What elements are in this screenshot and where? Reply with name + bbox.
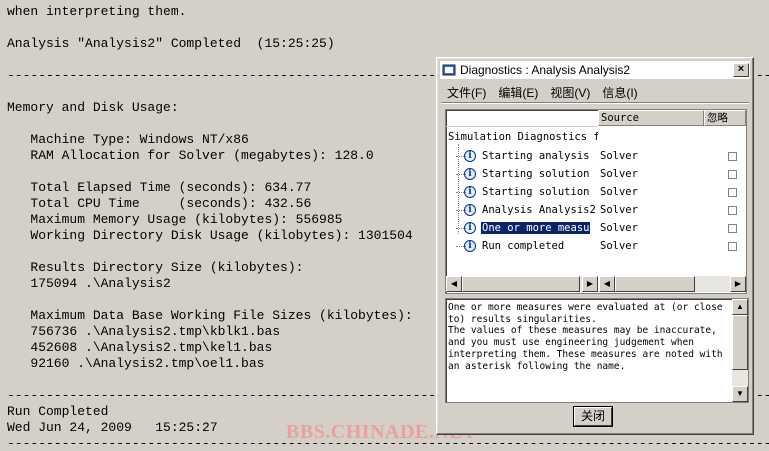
tree-item-label: Starting solution [482,168,590,180]
tree-root-label[interactable]: Simulation Diagnostics fo [448,131,599,143]
source-cell: Solver [600,204,638,216]
diagnostic-message: One or more measures were evaluated at (… [448,302,723,372]
tree-item[interactable]: i One or more measu [456,220,591,236]
tree-header [446,110,599,127]
message-box[interactable]: One or more measures were evaluated at (… [445,298,749,403]
window-title: Diagnostics : Analysis Analysis2 [460,63,631,77]
menu-edit[interactable]: 编辑(E) [492,84,544,101]
diagnostics-window: Diagnostics : Analysis Analysis2 × 文件(F)… [436,57,754,435]
list-row[interactable]: Solver [598,184,746,200]
source-cell: Solver [600,186,638,198]
scroll-thumb[interactable] [462,276,580,292]
tree-item-label: One or more measu [481,222,591,234]
close-button[interactable]: × [733,63,749,77]
tree-connector [456,228,466,229]
tree-item[interactable]: i Starting solution [456,166,590,182]
scroll-left-icon[interactable]: ◀ [599,276,615,292]
menu-info[interactable]: 信息(I) [596,84,643,101]
diagnostics-tree[interactable]: Simulation Diagnostics fo i Starting anal… [445,109,600,294]
tree-item[interactable]: i Run completed [456,238,565,254]
source-cell: Solver [600,168,638,180]
ignore-checkbox[interactable] [728,169,737,179]
source-cell: Solver [600,150,638,162]
tree-connector [456,174,466,175]
list-hscrollbar[interactable]: ◀ ▶ [599,276,746,292]
close-dialog-button[interactable]: 关闭 [573,406,613,427]
ignore-checkbox[interactable] [728,223,737,233]
tree-hscrollbar[interactable]: ◀ ▶ [446,276,598,292]
source-cell: Solver [600,240,638,252]
tree-connector [456,246,466,247]
list-header: Source 忽略 [598,110,746,126]
list-row[interactable]: Solver [598,220,746,236]
menu-bar: 文件(F) 编辑(E) 视图(V) 信息(I) [441,82,749,103]
tree-connector [458,144,459,234]
tree-item[interactable]: i Starting solution [456,184,590,200]
scroll-up-icon[interactable]: ▲ [732,299,748,315]
title-bar[interactable]: Diagnostics : Analysis Analysis2 × [440,61,750,79]
log-line: when interpreting them. [7,4,187,19]
column-source[interactable]: Source [598,110,704,126]
ignore-checkbox[interactable] [728,205,737,215]
menu-view[interactable]: 视图(V) [544,84,596,101]
list-row[interactable]: Solver [598,202,746,218]
scroll-down-icon[interactable]: ▼ [732,386,748,402]
log-line: Analysis "Analysis2" Completed (15:25:25… [7,36,335,51]
window-icon [442,64,456,76]
tree-item[interactable]: i Starting analysis [456,148,590,164]
scroll-right-icon[interactable]: ▶ [582,276,598,292]
scroll-right-icon[interactable]: ▶ [730,276,746,292]
tree-item-label: Analysis Analysis2 [482,204,596,216]
ignore-checkbox[interactable] [728,241,737,251]
tree-connector [456,210,466,211]
tree-item-label: Starting solution [482,186,590,198]
tree-connector [456,156,466,157]
scroll-left-icon[interactable]: ◀ [446,276,462,292]
source-list[interactable]: Source 忽略 Solver Solver Solver Solver Solver… [598,109,747,294]
column-ignore[interactable]: 忽略 [704,110,746,126]
ignore-checkbox[interactable] [728,151,737,161]
scroll-thumb[interactable] [615,276,695,292]
tree-connector [456,192,466,193]
list-row[interactable]: Solver [598,148,746,164]
list-row[interactable]: Solver [598,166,746,182]
menu-file[interactable]: 文件(F) [441,84,492,101]
message-vscrollbar[interactable]: ▲ ▼ [732,299,748,402]
tree-item-label: Run completed [482,240,565,252]
tree-item[interactable]: i Analysis Analysis2 [456,202,597,218]
tree-item-label: Starting analysis [482,150,590,162]
source-cell: Solver [600,222,638,234]
ignore-checkbox[interactable] [728,187,737,197]
scroll-thumb[interactable] [732,315,748,370]
list-row[interactable]: Solver [598,238,746,254]
